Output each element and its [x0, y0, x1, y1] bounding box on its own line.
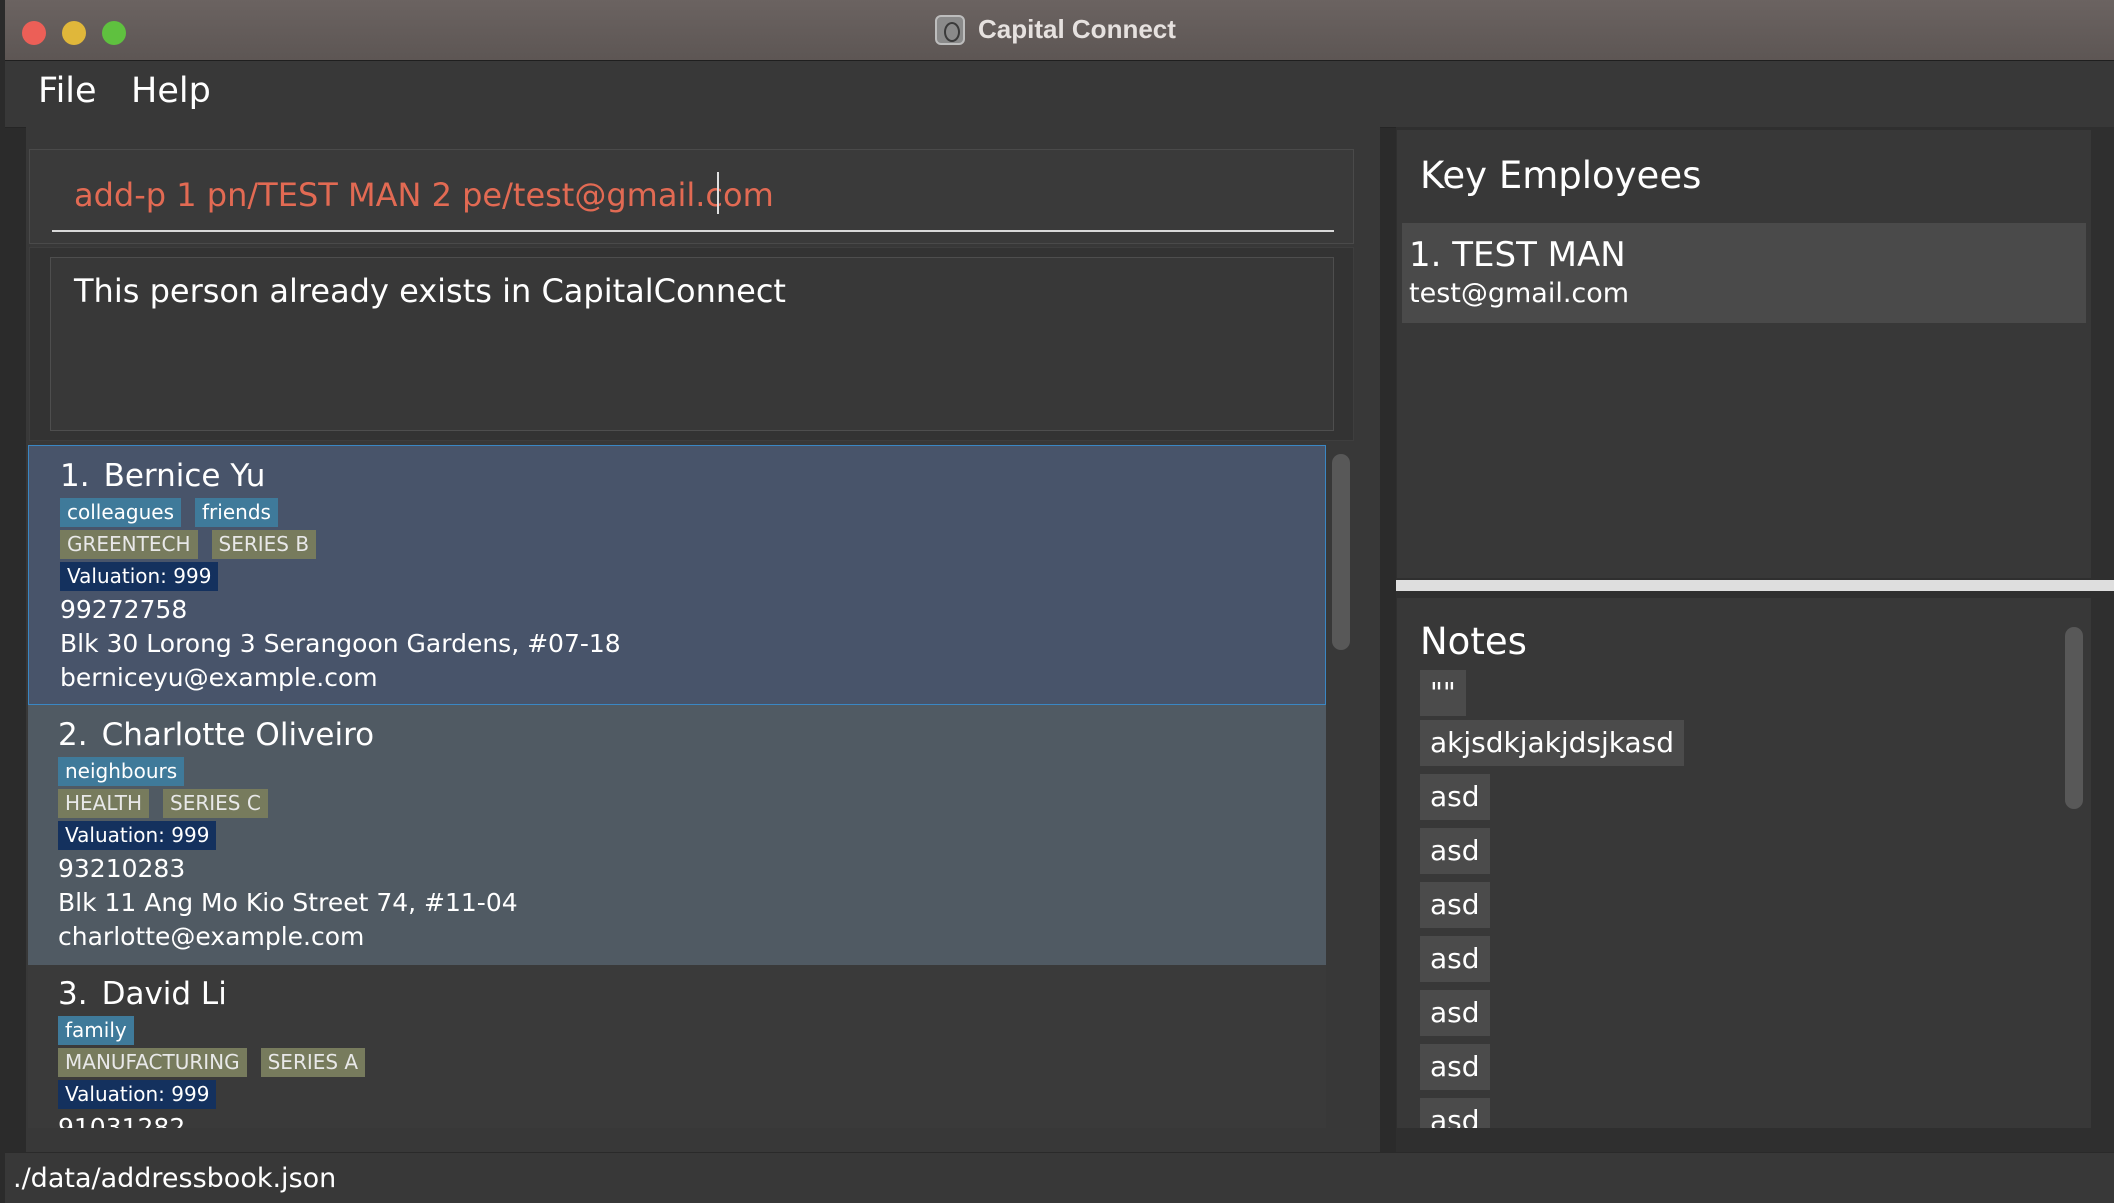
industry-tag: MANUFACTURING: [58, 1048, 247, 1077]
valuation-badge: Valuation: 999: [58, 1080, 217, 1109]
person-name: 1. Bernice Yu: [60, 458, 265, 494]
person-name: 2. Charlotte Oliveiro: [58, 717, 374, 753]
person-card[interactable]: 2. Charlotte Oliveiro neighbours HEALTH S…: [28, 705, 1326, 965]
funding-tag: SERIES C: [163, 789, 268, 818]
valuation-badge: Valuation: 999: [58, 821, 217, 850]
person-email: charlotte@example.com: [58, 922, 365, 951]
result-message: This person already exists in CapitalCon…: [74, 272, 786, 310]
person-list-scrollbar-thumb[interactable]: [1332, 454, 1350, 650]
menu-bar: File Help: [5, 61, 2114, 128]
key-employee-name: 1. TEST MAN: [1409, 235, 1626, 275]
person-index: 2.: [58, 717, 88, 753]
person-name: 3. David Li: [58, 976, 227, 1012]
funding-tag: SERIES B: [211, 530, 317, 559]
industry-tag: HEALTH: [58, 789, 150, 818]
menu-file[interactable]: File: [38, 71, 97, 111]
notes-title: Notes: [1420, 620, 1527, 663]
valuation-badge: Valuation: 999: [60, 562, 219, 591]
person-industry-tags: MANUFACTURING SERIES A: [58, 1048, 366, 1077]
note-item[interactable]: asd: [1420, 1098, 1490, 1128]
command-input[interactable]: add-p 1 pn/TEST MAN 2 pe/test@gmail.com: [74, 176, 774, 214]
person-industry-tags: HEALTH SERIES C: [58, 789, 268, 818]
tag: colleagues: [60, 498, 182, 527]
person-tags: neighbours: [58, 757, 185, 786]
panel-split-divider[interactable]: [1396, 580, 2114, 591]
person-phone: 93210283: [58, 854, 186, 883]
command-input-underline: [52, 230, 1334, 232]
close-window-button[interactable]: [22, 21, 46, 45]
person-address: Blk 11 Ang Mo Kio Street 74, #11-04: [58, 888, 518, 917]
menu-help[interactable]: Help: [131, 71, 211, 111]
person-index: 1.: [60, 458, 90, 494]
note-item[interactable]: akjsdkjakjdsjkasd: [1420, 720, 1685, 766]
notes-scrollbar-thumb[interactable]: [2065, 627, 2083, 809]
key-employees-title: Key Employees: [1420, 154, 1702, 197]
data-file-path: ./data/addressbook.json: [13, 1163, 337, 1194]
notes-panel: Notes "" akjsdkjakjdsjkasd asd asd asd a…: [1397, 598, 2091, 1128]
note-item[interactable]: asd: [1420, 882, 1490, 928]
industry-tag: GREENTECH: [60, 530, 198, 559]
person-card[interactable]: 3. David Li family MANUFACTURING SERIES A…: [28, 965, 1326, 1128]
funding-tag: SERIES A: [260, 1048, 366, 1077]
command-box: add-p 1 pn/TEST MAN 2 pe/test@gmail.com: [29, 149, 1354, 244]
key-employees-panel: Key Employees 1. TEST MAN test@gmail.com: [1397, 130, 2091, 578]
notes-list[interactable]: "" akjsdkjakjdsjkasd asd asd asd asd asd…: [1420, 670, 2060, 1128]
window-title: Capital Connect: [978, 14, 1176, 44]
tag: family: [58, 1016, 134, 1045]
note-item[interactable]: "": [1420, 670, 1466, 716]
person-phone: 99272758: [60, 595, 188, 624]
person-index: 3.: [58, 976, 88, 1012]
tag: friends: [195, 498, 278, 527]
person-name-text: David Li: [101, 976, 227, 1012]
person-valuation-row: Valuation: 999: [58, 1080, 217, 1109]
zoom-window-button[interactable]: [102, 21, 126, 45]
note-item[interactable]: asd: [1420, 990, 1490, 1036]
person-valuation-row: Valuation: 999: [58, 821, 217, 850]
person-list[interactable]: 1. Bernice Yu colleagues friends GREENTEC…: [28, 445, 1326, 1128]
person-address: Blk 30 Lorong 3 Serangoon Gardens, #07-1…: [60, 629, 621, 658]
person-email: berniceyu@example.com: [60, 663, 378, 692]
note-item[interactable]: asd: [1420, 774, 1490, 820]
app-icon: [935, 15, 965, 45]
status-bar: ./data/addressbook.json: [5, 1152, 2114, 1203]
person-valuation-row: Valuation: 999: [60, 562, 219, 591]
note-item[interactable]: asd: [1420, 1044, 1490, 1090]
tag: neighbours: [58, 757, 185, 786]
note-item[interactable]: asd: [1420, 936, 1490, 982]
key-employee-email: test@gmail.com: [1409, 278, 1630, 309]
person-phone: 91031282: [58, 1113, 186, 1128]
person-tags: family: [58, 1016, 134, 1045]
person-name-text: Charlotte Oliveiro: [101, 717, 375, 753]
person-card[interactable]: 1. Bernice Yu colleagues friends GREENTEC…: [28, 445, 1326, 705]
key-employee-card[interactable]: 1. TEST MAN test@gmail.com: [1402, 223, 2086, 323]
minimize-window-button[interactable]: [62, 21, 86, 45]
person-industry-tags: GREENTECH SERIES B: [60, 530, 317, 559]
note-item[interactable]: asd: [1420, 828, 1490, 874]
result-display[interactable]: This person already exists in CapitalCon…: [50, 257, 1334, 431]
title-bar: Capital Connect: [5, 0, 2114, 61]
text-caret: [717, 172, 719, 214]
person-name-text: Bernice Yu: [103, 458, 266, 494]
person-tags: colleagues friends: [60, 498, 278, 527]
